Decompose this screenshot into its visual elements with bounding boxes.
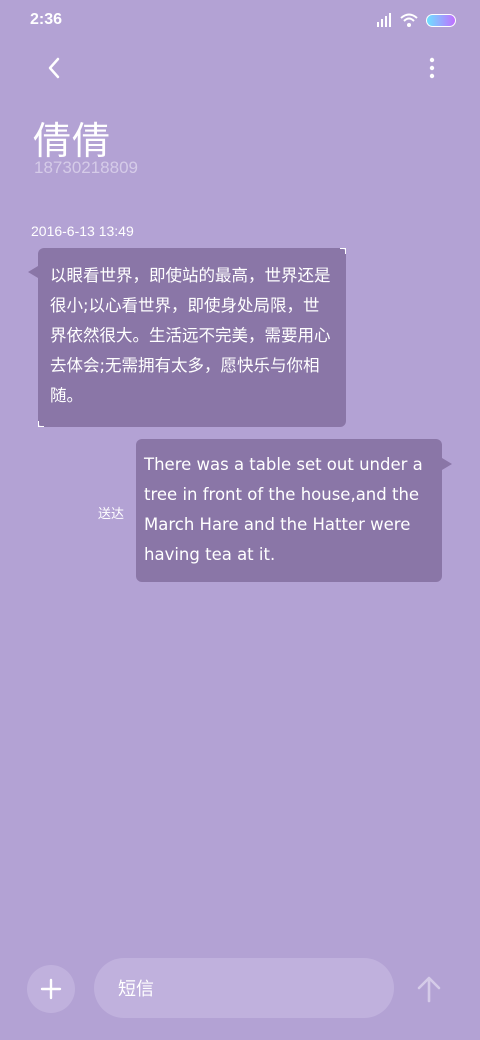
outgoing-message-bubble[interactable]: There was a table set out under a tree i… — [136, 439, 452, 582]
arrow-up-icon — [417, 976, 441, 1003]
send-button[interactable] — [412, 972, 446, 1006]
incoming-message-text: 以眼看世界，即使站的最高，世界还是很小;以心看世界，即使身处局限，世界依然很大。… — [50, 266, 331, 405]
message-input-placeholder: 短信 — [118, 979, 154, 1000]
plus-icon — [40, 978, 62, 1000]
contact-name: 倩倩 — [33, 119, 112, 163]
outgoing-message-text: There was a table set out under a tree i… — [144, 455, 423, 564]
status-icons — [376, 12, 456, 28]
message-input[interactable]: 短信 — [94, 958, 394, 1018]
add-attachment-button[interactable] — [27, 965, 75, 1013]
selection-corner-icon — [340, 248, 346, 254]
status-time: 2:36 — [30, 11, 63, 28]
signal-icon — [377, 13, 391, 27]
sms-conversation-screen: 2:36 倩倩 18730218809 2016-6-13 13:49 以眼看世… — [0, 0, 480, 1040]
contact-number[interactable]: 18730218809 — [34, 158, 138, 178]
battery-icon — [426, 13, 456, 27]
selection-corner-icon — [38, 421, 44, 427]
chevron-left-icon — [48, 57, 60, 79]
message-timestamp: 2016-6-13 13:49 — [31, 223, 134, 239]
wifi-icon — [400, 13, 418, 27]
more-vertical-icon — [429, 57, 435, 79]
back-button[interactable] — [38, 52, 70, 84]
incoming-message-bubble[interactable]: 以眼看世界，即使站的最高，世界还是很小;以心看世界，即使身处局限，世界依然很大。… — [28, 248, 346, 427]
more-options-button[interactable] — [424, 52, 440, 84]
delivery-status: 送达 — [98, 507, 125, 522]
